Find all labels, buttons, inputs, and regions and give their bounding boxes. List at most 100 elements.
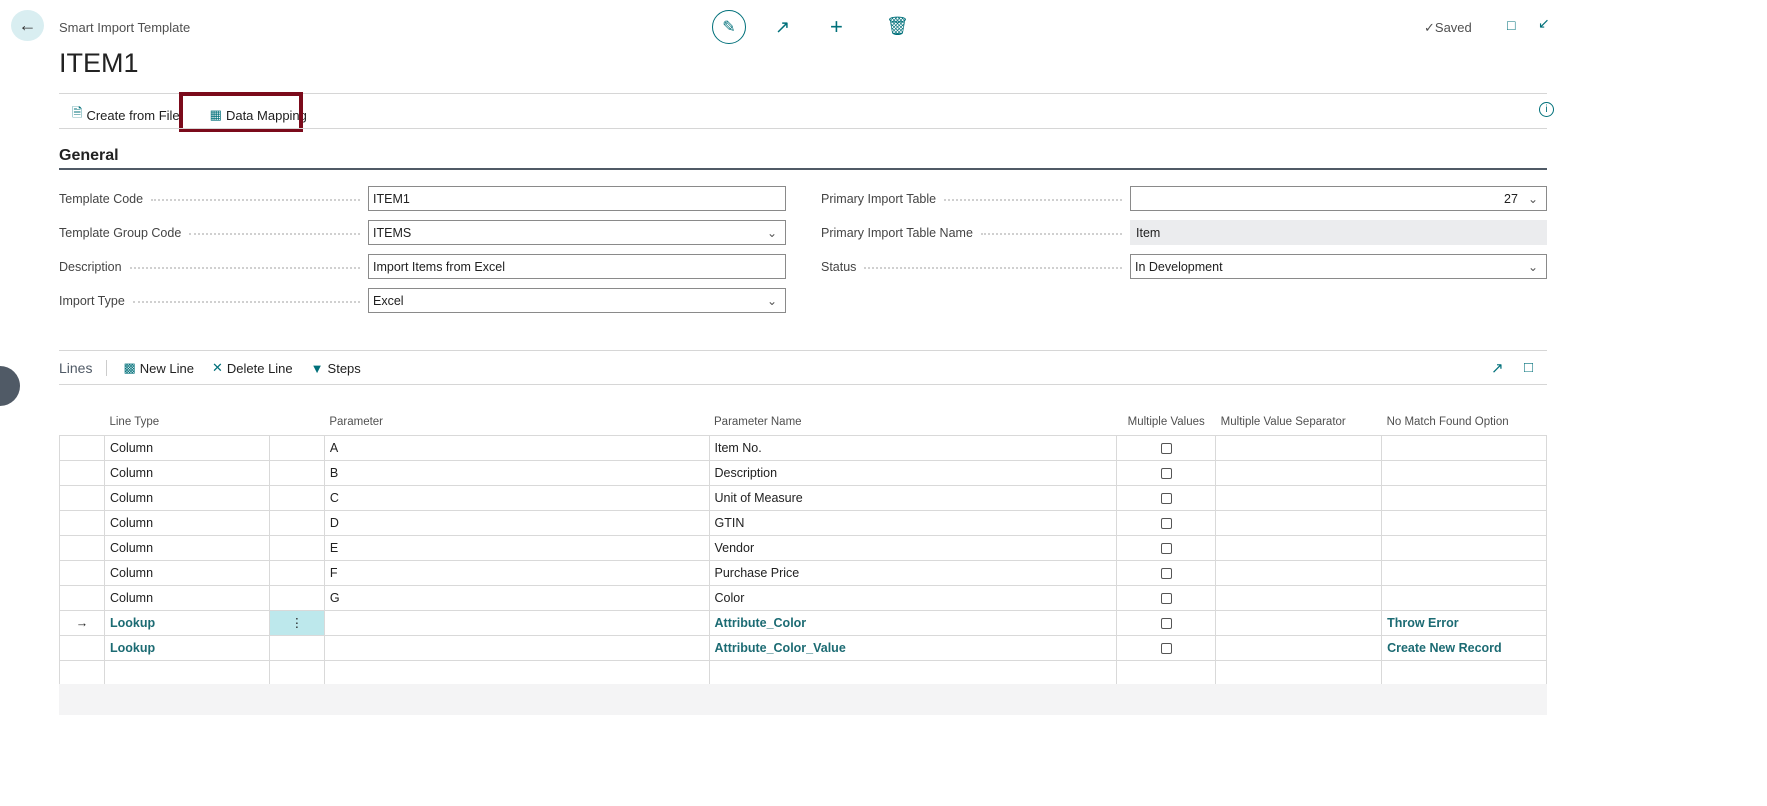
row-menu-cell[interactable] [268,459,325,486]
parameter-name-cell[interactable]: Color [708,584,1118,611]
column-header[interactable]: No Match Found Option [1382,410,1547,435]
multiple-values-checkbox[interactable] [1160,617,1172,629]
separator-cell[interactable] [1215,484,1383,511]
separator-cell[interactable] [1215,534,1383,561]
back-button[interactable]: ← [11,10,44,41]
line-type-cell[interactable]: Column [103,534,270,561]
row-menu-cell[interactable] [268,434,325,461]
parameter-name-cell[interactable]: Unit of Measure [708,484,1118,511]
column-header[interactable]: Parameter [324,410,709,435]
parameter-name-cell[interactable]: Attribute_Color [708,609,1118,636]
row-menu-cell[interactable] [268,484,325,511]
parameter-cell[interactable]: D [323,509,710,536]
line-type-cell[interactable]: Column [103,509,270,536]
column-header[interactable]: Multiple Values [1117,410,1216,435]
collapse-icon[interactable]: ↙ [1538,15,1550,32]
row-menu-cell[interactable] [268,534,325,561]
parameter-cell[interactable]: E [323,534,710,561]
line-type-cell[interactable]: Column [103,484,270,511]
edit-button[interactable]: ✎ [712,10,746,44]
table-row[interactable]: Column G Color [59,584,1547,611]
field-select[interactable]: Excel ⌄ [368,288,786,313]
table-row[interactable]: Column D GTIN [59,509,1547,536]
open-new-window-icon[interactable]: □ [1507,17,1515,33]
empty-cell[interactable] [708,659,1118,686]
no-match-option-cell[interactable] [1381,459,1547,486]
empty-cell[interactable] [103,659,270,686]
separator-cell[interactable] [1215,459,1383,486]
multiple-values-checkbox[interactable] [1160,542,1172,554]
side-toggle-button[interactable] [0,366,20,406]
multiple-values-checkbox[interactable] [1160,642,1172,654]
field-select[interactable]: 27 ⌄ [1130,186,1547,211]
row-menu-cell[interactable] [268,584,325,611]
field-select[interactable]: ITEMS ⌄ [368,220,786,245]
table-row[interactable]: Column E Vendor [59,534,1547,561]
no-match-option-cell[interactable] [1381,534,1547,561]
create-from-file-button[interactable]: 🗎 Create from File [68,102,184,128]
column-header[interactable]: Multiple Value Separator [1216,410,1382,435]
delete-icon[interactable]: 🗑 [886,16,909,37]
multiple-values-checkbox[interactable] [1160,442,1172,454]
multiple-values-checkbox[interactable] [1160,592,1172,604]
multiple-values-checkbox[interactable] [1160,567,1172,579]
info-icon[interactable]: i [1539,102,1554,117]
table-row[interactable]: Column B Description [59,459,1547,486]
general-heading[interactable]: General [59,147,119,165]
parameter-name-cell[interactable]: Description [708,459,1118,486]
share-icon[interactable]: ↗ [775,17,790,38]
parameter-cell[interactable]: G [323,584,710,611]
steps-button[interactable]: ▼ Steps [311,361,361,376]
empty-cell[interactable] [268,659,325,686]
row-menu-cell[interactable]: ⋮ [268,609,325,636]
column-header[interactable]: Parameter Name [709,410,1117,435]
separator-cell[interactable] [1215,609,1383,636]
row-menu-cell[interactable] [268,634,325,661]
field-select[interactable]: In Development ⌄ [1130,254,1547,279]
multiple-values-checkbox[interactable] [1160,517,1172,529]
multiple-values-checkbox[interactable] [1160,492,1172,504]
expand-icon[interactable]: □ [1524,359,1533,376]
table-row[interactable]: Column C Unit of Measure [59,484,1547,511]
new-line-button[interactable]: ▩ New Line [123,360,194,376]
empty-cell[interactable] [1381,659,1547,686]
empty-row[interactable] [59,659,1547,686]
separator-cell[interactable] [1215,509,1383,536]
separator-cell[interactable] [1215,634,1383,661]
column-header[interactable]: Line Type [104,410,269,435]
parameter-name-cell[interactable]: Attribute_Color_Value [708,634,1118,661]
separator-cell[interactable] [1215,584,1383,611]
multiple-values-checkbox[interactable] [1160,467,1172,479]
field-input[interactable]: Import Items from Excel [368,254,786,279]
parameter-cell[interactable] [323,609,710,636]
line-type-cell[interactable]: Column [103,434,270,461]
line-type-cell[interactable]: Lookup [103,609,270,636]
line-type-cell[interactable]: Lookup [103,634,270,661]
table-row[interactable]: → Lookup ⋮ Attribute_Color Throw Error [59,609,1547,636]
row-menu-cell[interactable] [268,559,325,586]
parameter-name-cell[interactable]: Purchase Price [708,559,1118,586]
separator-cell[interactable] [1215,559,1383,586]
parameter-name-cell[interactable]: Vendor [708,534,1118,561]
parameter-cell[interactable]: C [323,484,710,511]
share-lines-icon[interactable]: ↗ [1491,359,1504,377]
line-type-cell[interactable]: Column [103,584,270,611]
parameter-cell[interactable]: F [323,559,710,586]
empty-cell[interactable] [59,659,105,686]
parameter-cell[interactable]: B [323,459,710,486]
more-options-icon[interactable]: ⋮ [291,616,304,630]
row-menu-cell[interactable] [268,509,325,536]
empty-cell[interactable] [323,659,710,686]
no-match-option-cell[interactable] [1381,484,1547,511]
table-row[interactable]: Lookup Attribute_Color_Value Create New … [59,634,1547,661]
parameter-cell[interactable]: A [323,434,710,461]
field-input[interactable]: ITEM1 [368,186,786,211]
line-type-cell[interactable]: Column [103,559,270,586]
parameter-name-cell[interactable]: Item No. [708,434,1118,461]
column-header[interactable] [269,410,324,435]
no-match-option-cell[interactable]: Create New Record [1381,634,1547,661]
parameter-name-cell[interactable]: GTIN [708,509,1118,536]
table-row[interactable]: Column F Purchase Price [59,559,1547,586]
table-row[interactable]: Column A Item No. [59,434,1547,461]
no-match-option-cell[interactable] [1381,584,1547,611]
